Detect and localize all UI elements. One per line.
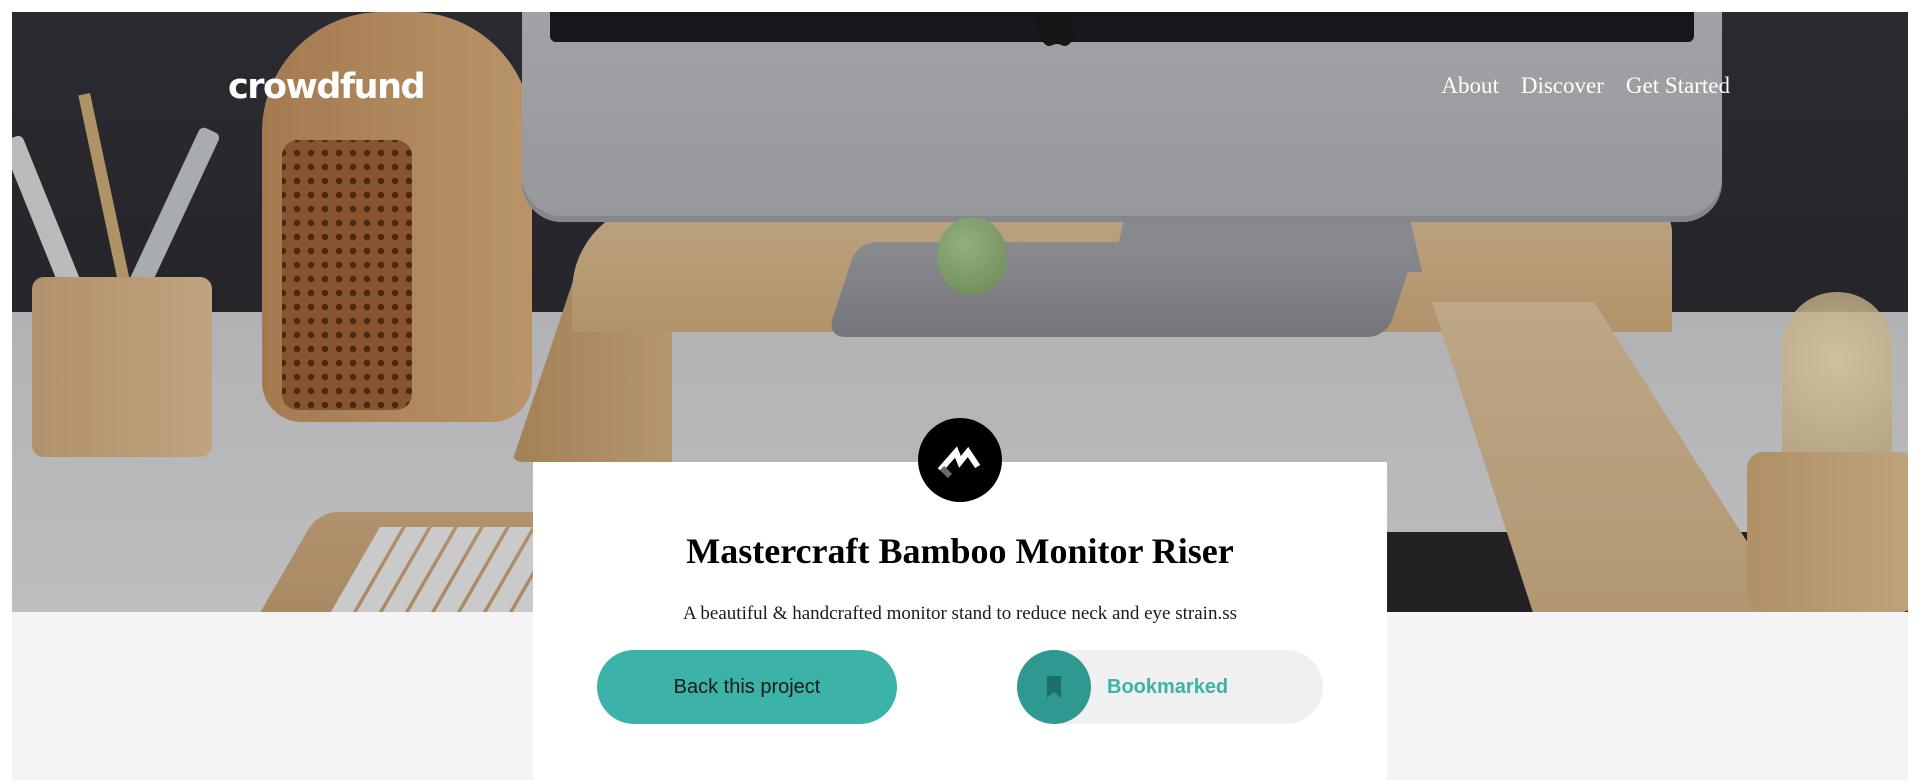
back-project-button[interactable]: Back this project xyxy=(597,650,897,724)
project-title: Mastercraft Bamboo Monitor Riser xyxy=(686,531,1234,571)
brand-logo[interactable]: crowdfund xyxy=(228,67,426,107)
nav-item-discover[interactable]: Discover xyxy=(1521,73,1604,99)
project-description: A beautiful & handcrafted monitor stand … xyxy=(683,603,1237,624)
back-project-label: Back this project xyxy=(673,675,821,698)
nav-item-about[interactable]: About xyxy=(1441,73,1499,99)
main-nav: About Discover Get Started xyxy=(1441,73,1730,99)
bookmark-icon xyxy=(1017,650,1091,724)
bookmark-label: Bookmarked xyxy=(1107,675,1229,698)
nav-item-get-started[interactable]: Get Started xyxy=(1626,73,1730,99)
bookmark-button[interactable]: Bookmarked xyxy=(1017,650,1323,724)
mastercraft-logo-icon xyxy=(918,418,1002,502)
